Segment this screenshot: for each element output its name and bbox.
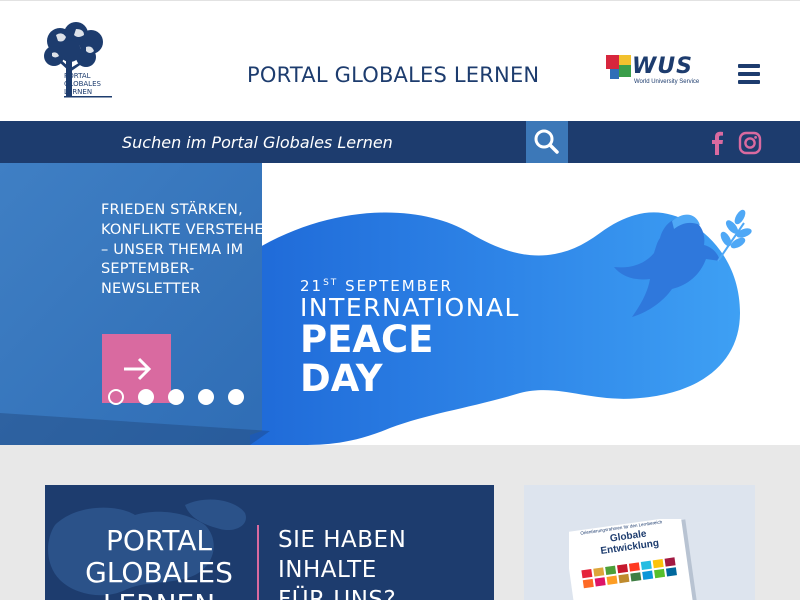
card-portal-title: PORTAL GLOBALES LERNEN [85, 524, 233, 600]
search-icon [534, 129, 559, 154]
hamburger-menu-button[interactable] [738, 64, 760, 84]
card-divider [257, 525, 259, 600]
search-button[interactable] [526, 121, 568, 163]
content-submission-card[interactable]: PORTAL GLOBALES LERNEN SIE HABEN INHALTE… [45, 485, 494, 600]
search-bar [0, 121, 800, 163]
card-cta-text: SIE HABEN INHALTE FÜR UNS? [278, 527, 407, 600]
wus-mark-icon [606, 55, 631, 79]
logo-text: PORTAL GLOBALES LERNEN [64, 72, 101, 96]
facebook-link[interactable] [708, 131, 726, 155]
slider-dot-2[interactable] [138, 389, 154, 405]
instagram-icon [738, 131, 762, 155]
hamburger-icon-bar [738, 72, 760, 76]
slider-dot-3[interactable] [168, 389, 184, 405]
hero-slider: 21ST SEPTEMBER INTERNATIONAL PEACE DAY F… [0, 163, 800, 445]
brochure-card[interactable]: Orientierungsrahmen für den Lernbereich … [524, 485, 755, 600]
site-header: PORTAL GLOBALES LERNEN PORTAL GLOBALES L… [0, 0, 800, 121]
wus-wordmark: WUS [632, 54, 693, 79]
facebook-icon [712, 131, 723, 155]
slider-dot-1[interactable] [108, 389, 124, 405]
slider-dot-4[interactable] [198, 389, 214, 405]
search-input[interactable] [0, 121, 526, 163]
hero-teaser-text[interactable]: FRIEDEN STÄRKEN, KONFLIKTE VERSTEHEN – U… [101, 201, 276, 300]
hamburger-icon-bar [738, 80, 760, 84]
site-title[interactable]: PORTAL GLOBALES LERNEN [247, 63, 539, 87]
slider-dot-5[interactable] [228, 389, 244, 405]
banner-line-peace-day: PEACE DAY [300, 318, 434, 400]
wus-subtitle: World University Service [634, 79, 700, 85]
hamburger-icon [738, 64, 760, 68]
instagram-link[interactable] [738, 131, 762, 155]
wus-partner-logo[interactable]: WUS World University Service [606, 53, 706, 89]
